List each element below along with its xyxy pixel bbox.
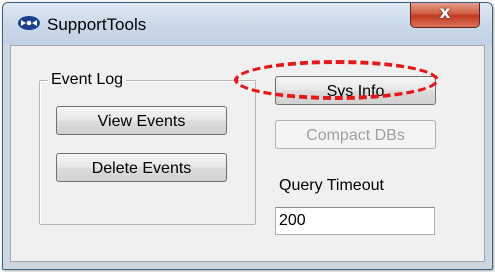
event-log-label: Event Log xyxy=(48,71,127,89)
app-logo-icon xyxy=(18,16,40,30)
view-events-button[interactable]: View Events xyxy=(56,106,227,135)
delete-events-button[interactable]: Delete Events xyxy=(56,153,227,182)
query-timeout-input[interactable]: 200 xyxy=(275,207,435,235)
query-timeout-label: Query Timeout xyxy=(279,177,384,194)
close-button[interactable]: x xyxy=(410,3,480,28)
highlight-ellipse xyxy=(234,60,439,100)
close-icon: x xyxy=(439,3,451,23)
title-bar[interactable]: SupportTools x xyxy=(3,3,492,45)
event-log-group: Event Log View Events Delete Events xyxy=(39,71,256,225)
support-tools-window: SupportTools x Event Log View Events Del… xyxy=(2,2,493,270)
window-title: SupportTools xyxy=(47,15,147,34)
compact-dbs-button[interactable]: Compact DBs xyxy=(275,120,436,149)
